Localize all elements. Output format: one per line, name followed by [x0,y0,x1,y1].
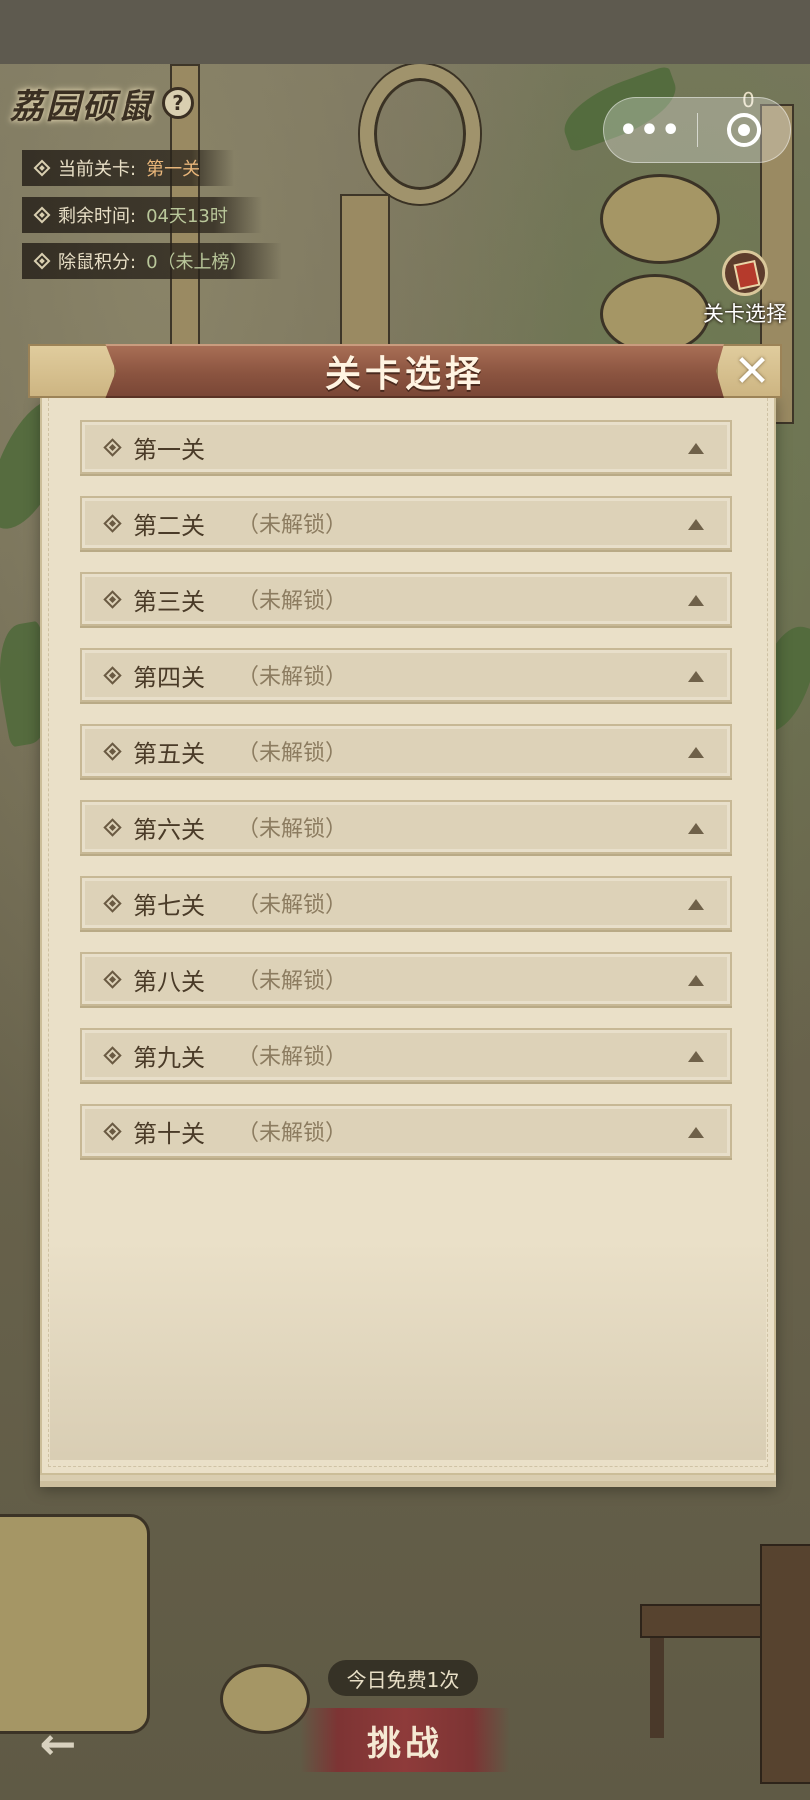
diamond-icon [33,206,51,224]
challenge-button[interactable]: 挑战 [300,1708,510,1772]
expand-arrow-icon[interactable] [688,823,704,834]
diamond-icon [103,741,122,761]
level-name: 第五关 [133,739,205,768]
panel-illustration [50,1240,766,1460]
diamond-icon [103,437,122,457]
level-name: 第四关 [133,663,205,692]
diamond-icon [103,513,122,533]
more-icon[interactable]: ••• [604,97,697,163]
miniprogram-capsule: ••• [603,97,791,163]
header-scroll-cap-left [28,344,116,398]
level-status: （未解锁） [237,969,348,994]
help-icon[interactable]: ? [162,87,194,119]
expand-arrow-icon[interactable] [688,595,704,606]
level-row-2[interactable]: 第二关 （未解锁） [80,496,732,550]
level-name: 第二关 [133,511,205,540]
diamond-icon [103,665,122,685]
jar [0,1514,150,1734]
expand-arrow-icon[interactable] [688,975,704,986]
current-level-value: 第一关 [146,159,201,180]
level-row-8[interactable]: 第八关 （未解锁） [80,952,732,1006]
level-card-icon [722,250,768,296]
score-label: 除鼠积分: [58,252,137,273]
current-level-row: 当前关卡: 第一关 [22,150,235,186]
level-status: （未解锁） [237,893,348,918]
level-name: 第三关 [133,587,205,616]
close-icon[interactable]: ✕ [722,344,782,398]
diamond-icon [33,252,51,270]
diamond-icon [103,1045,122,1065]
expand-arrow-icon[interactable] [688,747,704,758]
expand-arrow-icon[interactable] [688,443,704,454]
level-status: （未解锁） [237,513,348,538]
expand-arrow-icon[interactable] [688,519,704,530]
diamond-icon [103,817,122,837]
stool-leg [650,1638,664,1738]
level-name: 第十关 [133,1119,205,1148]
score-value: 0（未上榜） [146,252,248,273]
expand-arrow-icon[interactable] [688,1127,704,1138]
expand-arrow-icon[interactable] [688,1051,704,1062]
level-status: （未解锁） [237,1121,348,1146]
target-icon [726,113,761,147]
crate [760,1544,810,1784]
free-attempts-badge: 今日免费1次 [328,1660,478,1696]
bowl [220,1664,310,1734]
level-name: 第一关 [133,435,205,464]
remaining-time-label: 剩余时间: [58,206,137,227]
level-name: 第六关 [133,815,205,844]
level-select-shortcut[interactable]: 关卡选择 [686,250,804,332]
level-row-7[interactable]: 第七关 （未解锁） [80,876,732,930]
level-row-3[interactable]: 第三关 （未解锁） [80,572,732,626]
level-status: （未解锁） [237,665,348,690]
remaining-time-row: 剩余时间: 04天13时 [22,197,262,233]
expand-arrow-icon[interactable] [688,671,704,682]
remaining-time-value: 04天13时 [146,206,228,227]
level-status: （未解锁） [237,817,348,842]
current-level-label: 当前关卡: [58,159,137,180]
back-arrow-icon[interactable]: ← [26,1712,90,1776]
diamond-icon [103,589,122,609]
level-row-5[interactable]: 第五关 （未解锁） [80,724,732,778]
diamond-icon [103,893,122,913]
level-name: 第七关 [133,891,205,920]
level-select-shortcut-label: 关卡选择 [703,302,787,326]
status-strip [0,0,810,64]
diamond-icon [103,1121,122,1141]
level-row-1[interactable]: 第一关 [80,420,732,474]
expand-arrow-icon[interactable] [688,899,704,910]
level-row-6[interactable]: 第六关 （未解锁） [80,800,732,854]
diamond-icon [103,969,122,989]
exit-button[interactable] [698,97,790,163]
level-row-4[interactable]: 第四关 （未解锁） [80,648,732,702]
level-row-10[interactable]: 第十关 （未解锁） [80,1104,732,1158]
game-title-text: 荔园硕鼠 [10,86,154,127]
level-name: 第九关 [133,1043,205,1072]
level-status: （未解锁） [237,1045,348,1070]
diamond-icon [33,159,51,177]
game-title: 荔园硕鼠 ? [10,78,194,128]
panel-title: 关卡选择 [324,354,485,395]
score-row: 除鼠积分: 0（未上榜） [22,243,282,279]
hanging-hoop [360,64,480,204]
level-status: （未解锁） [237,741,348,766]
level-name: 第八关 [133,967,205,996]
level-status: （未解锁） [237,589,348,614]
level-row-9[interactable]: 第九关 （未解锁） [80,1028,732,1082]
